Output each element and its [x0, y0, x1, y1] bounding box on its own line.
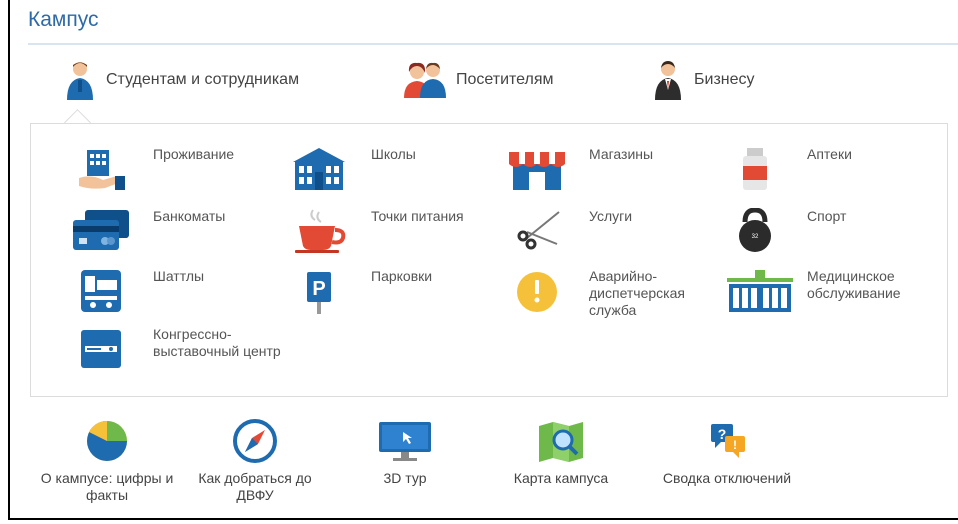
- title-divider: [28, 43, 958, 45]
- tab-label: Студентам и сотрудникам: [106, 71, 300, 88]
- quicklink-label: О кампусе: цифры и факты: [40, 470, 174, 503]
- quicklink-3d-tour[interactable]: 3D тур: [330, 418, 480, 487]
- tab-students-staff[interactable]: Студентам и сотрудникам: [62, 60, 299, 100]
- emergency-alert-icon: [517, 272, 557, 312]
- atm-card-icon: [73, 210, 129, 250]
- service-label: Спорт: [807, 208, 847, 224]
- housing-icon: [79, 150, 125, 190]
- service-label: Магазины: [589, 146, 654, 162]
- business-icon: [655, 61, 681, 100]
- service-label: Шаттлы: [153, 268, 205, 284]
- service-label: Аварийно-диспетчерская служба: [589, 268, 685, 318]
- compass-icon: [233, 419, 277, 463]
- service-label: Парковки: [371, 268, 433, 284]
- campus-window: Кампус Студентам и сотрудникам Посетител…: [8, 0, 958, 520]
- quicklink-label: Карта кампуса: [513, 470, 609, 486]
- pie-chart-icon: [87, 420, 127, 461]
- service-label: Аптеки: [807, 146, 852, 162]
- student-staff-icon: [67, 62, 93, 100]
- service-label: Медицинское обслуживание: [807, 268, 901, 301]
- service-label: Конгрессно-выставочный центр: [153, 326, 281, 359]
- svg-text:!: !: [733, 438, 737, 452]
- parking-sign-icon: P: [307, 272, 331, 314]
- quicklink-campus-map[interactable]: Карта кампуса: [486, 418, 636, 487]
- scissors-icon: [517, 211, 560, 250]
- page-title: Кампус: [28, 8, 99, 31]
- medical-building-icon: [727, 270, 793, 312]
- quicklink-label: 3D тур: [383, 470, 427, 486]
- tab-business[interactable]: Бизнесу: [650, 60, 755, 100]
- quicklink-directions[interactable]: Как добраться до ДВФУ: [180, 418, 330, 504]
- service-label: Услуги: [589, 208, 633, 224]
- tab-label: Бизнесу: [694, 71, 755, 88]
- monitor-icon: [379, 422, 431, 461]
- shuttle-bus-icon: [81, 270, 121, 312]
- quicklink-about[interactable]: О кампусе: цифры и факты: [32, 418, 182, 504]
- quicklink-outages[interactable]: ? ! Сводка отключений: [652, 418, 802, 487]
- tab-label: Посетителям: [456, 71, 554, 88]
- pharmacy-bottle-icon: [743, 148, 767, 190]
- tab-visitors[interactable]: Посетителям: [402, 60, 554, 100]
- service-label: Проживание: [153, 146, 235, 162]
- svg-text:P: P: [312, 278, 325, 300]
- quicklink-label: Как добраться до ДВФУ: [198, 470, 312, 503]
- service-label: Школы: [371, 146, 416, 162]
- service-label: Точки питания: [371, 208, 464, 224]
- services-panel: Проживание Банкоматы Шаттлы Конгрессно-в…: [30, 123, 948, 397]
- map-search-icon: [539, 422, 583, 462]
- svg-text:32: 32: [752, 234, 759, 240]
- service-label: Банкоматы: [153, 208, 226, 224]
- school-building-icon: [293, 148, 345, 190]
- visitors-icon: [404, 62, 446, 98]
- shop-awning-icon: [509, 152, 565, 190]
- outage-chat-icon: ? !: [711, 424, 745, 458]
- kettlebell-icon: 32: [739, 208, 771, 252]
- svg-text:?: ?: [718, 426, 727, 442]
- congress-center-icon: [81, 330, 121, 368]
- quicklink-label: Сводка отключений: [662, 470, 792, 486]
- coffee-cup-icon: [295, 209, 346, 253]
